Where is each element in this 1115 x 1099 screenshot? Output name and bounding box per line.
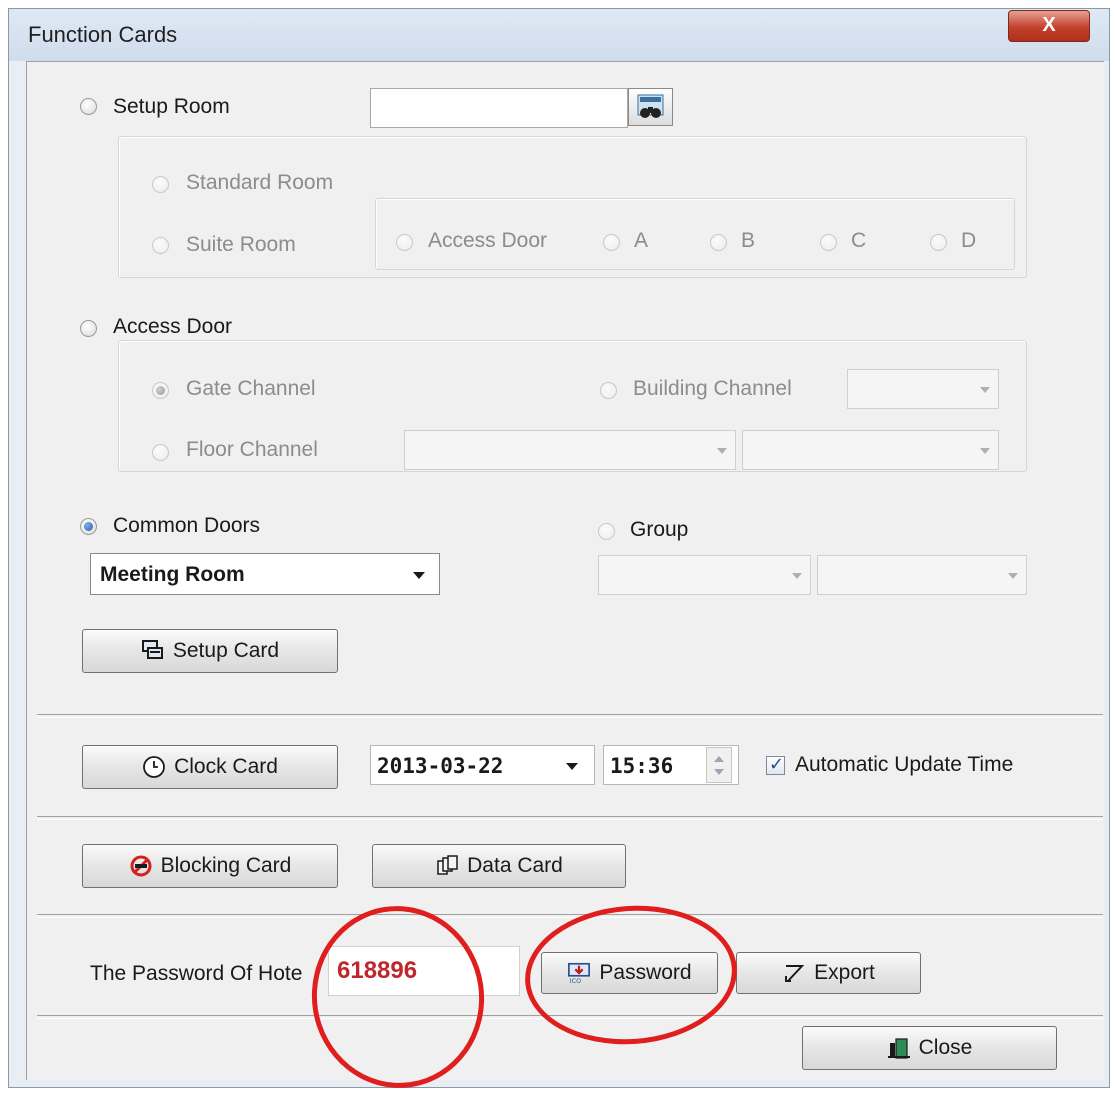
gate-channel-label: Gate Channel — [186, 377, 316, 400]
spin-down-icon — [714, 769, 724, 775]
date-value: 2013-03-22 — [377, 754, 504, 778]
floor-channel-label: Floor Channel — [186, 438, 318, 461]
setup-room-radio[interactable] — [80, 98, 97, 115]
chevron-down-icon — [1008, 573, 1018, 579]
setup-card-button[interactable]: Setup Card — [82, 629, 338, 673]
suite-access-door-radio[interactable] — [396, 234, 413, 251]
window-close-button[interactable]: X — [1008, 10, 1090, 42]
door-b-radio[interactable] — [710, 234, 727, 251]
door-a-radio[interactable] — [603, 234, 620, 251]
section-divider — [37, 816, 1103, 820]
room-number-input[interactable] — [370, 88, 628, 128]
cards-icon — [141, 640, 163, 659]
door-a-label: A — [634, 229, 649, 252]
door-c-radio[interactable] — [820, 234, 837, 251]
suite-room-label: Suite Room — [186, 233, 296, 256]
blocking-card-button[interactable]: Blocking Card — [82, 844, 338, 888]
common-doors-select[interactable]: Meeting Room — [90, 553, 440, 595]
common-doors-label: Common Doors — [113, 514, 261, 537]
chevron-down-icon — [413, 572, 425, 579]
time-value: 15:36 — [610, 754, 674, 778]
floor-channel-building-select[interactable] — [404, 430, 736, 470]
floor-channel-floor-select[interactable] — [742, 430, 999, 470]
setup-card-label: Setup Card — [172, 639, 280, 662]
suite-room-radio[interactable] — [152, 237, 169, 254]
exit-door-icon — [887, 1038, 910, 1059]
close-button[interactable]: Close — [802, 1026, 1057, 1070]
chevron-down-icon — [980, 448, 990, 454]
section-divider — [37, 914, 1103, 918]
data-card-label: Data Card — [467, 854, 563, 877]
spin-up-icon — [714, 756, 724, 762]
clock-icon — [143, 756, 165, 778]
building-channel-radio[interactable] — [600, 382, 617, 399]
automatic-update-checkbox[interactable] — [766, 754, 785, 775]
window-title: Function Cards — [28, 22, 178, 47]
floor-channel-radio[interactable] — [152, 444, 169, 461]
access-door-label: Access Door — [113, 315, 233, 338]
door-d-label: D — [961, 229, 977, 252]
time-spinner[interactable] — [706, 747, 732, 783]
chevron-down-icon — [792, 573, 802, 579]
access-door-radio[interactable] — [80, 320, 97, 337]
room-lookup-button[interactable] — [628, 88, 673, 126]
export-button[interactable]: Export — [736, 952, 921, 994]
standard-room-radio[interactable] — [152, 176, 169, 193]
clock-card-label: Clock Card — [174, 755, 278, 778]
group-select-1[interactable] — [598, 555, 811, 595]
chevron-down-icon — [980, 387, 990, 393]
blocked-key-icon — [130, 855, 152, 877]
door-d-radio[interactable] — [930, 234, 947, 251]
common-doors-selected-value: Meeting Room — [100, 563, 245, 586]
group-radio[interactable] — [598, 523, 615, 540]
suite-access-door-label: Access Door — [428, 229, 548, 252]
automatic-update-label: Automatic Update Time — [795, 753, 1014, 776]
door-b-label: B — [741, 229, 756, 252]
setup-room-label: Setup Room — [113, 95, 230, 118]
export-arrow-icon — [785, 965, 805, 982]
blocking-card-label: Blocking Card — [160, 854, 292, 877]
export-button-label: Export — [814, 961, 875, 984]
building-channel-select[interactable] — [847, 369, 999, 409]
data-card-button[interactable]: Data Card — [372, 844, 626, 888]
chevron-down-icon — [717, 448, 727, 454]
gate-channel-radio[interactable] — [152, 382, 169, 399]
clock-card-button[interactable]: Clock Card — [82, 745, 338, 789]
chevron-down-icon — [566, 763, 578, 770]
hotel-password-label: The Password Of Hote — [90, 962, 303, 985]
group-select-2[interactable] — [817, 555, 1027, 595]
date-picker[interactable]: 2013-03-22 — [370, 745, 595, 785]
binoculars-icon — [637, 94, 664, 118]
close-button-label: Close — [918, 1036, 973, 1059]
door-c-label: C — [851, 229, 867, 252]
standard-room-label: Standard Room — [186, 171, 334, 194]
group-label: Group — [630, 518, 689, 541]
data-cards-icon — [437, 855, 458, 875]
building-channel-label: Building Channel — [633, 377, 792, 400]
common-doors-radio[interactable] — [80, 518, 97, 535]
section-divider — [37, 714, 1103, 718]
